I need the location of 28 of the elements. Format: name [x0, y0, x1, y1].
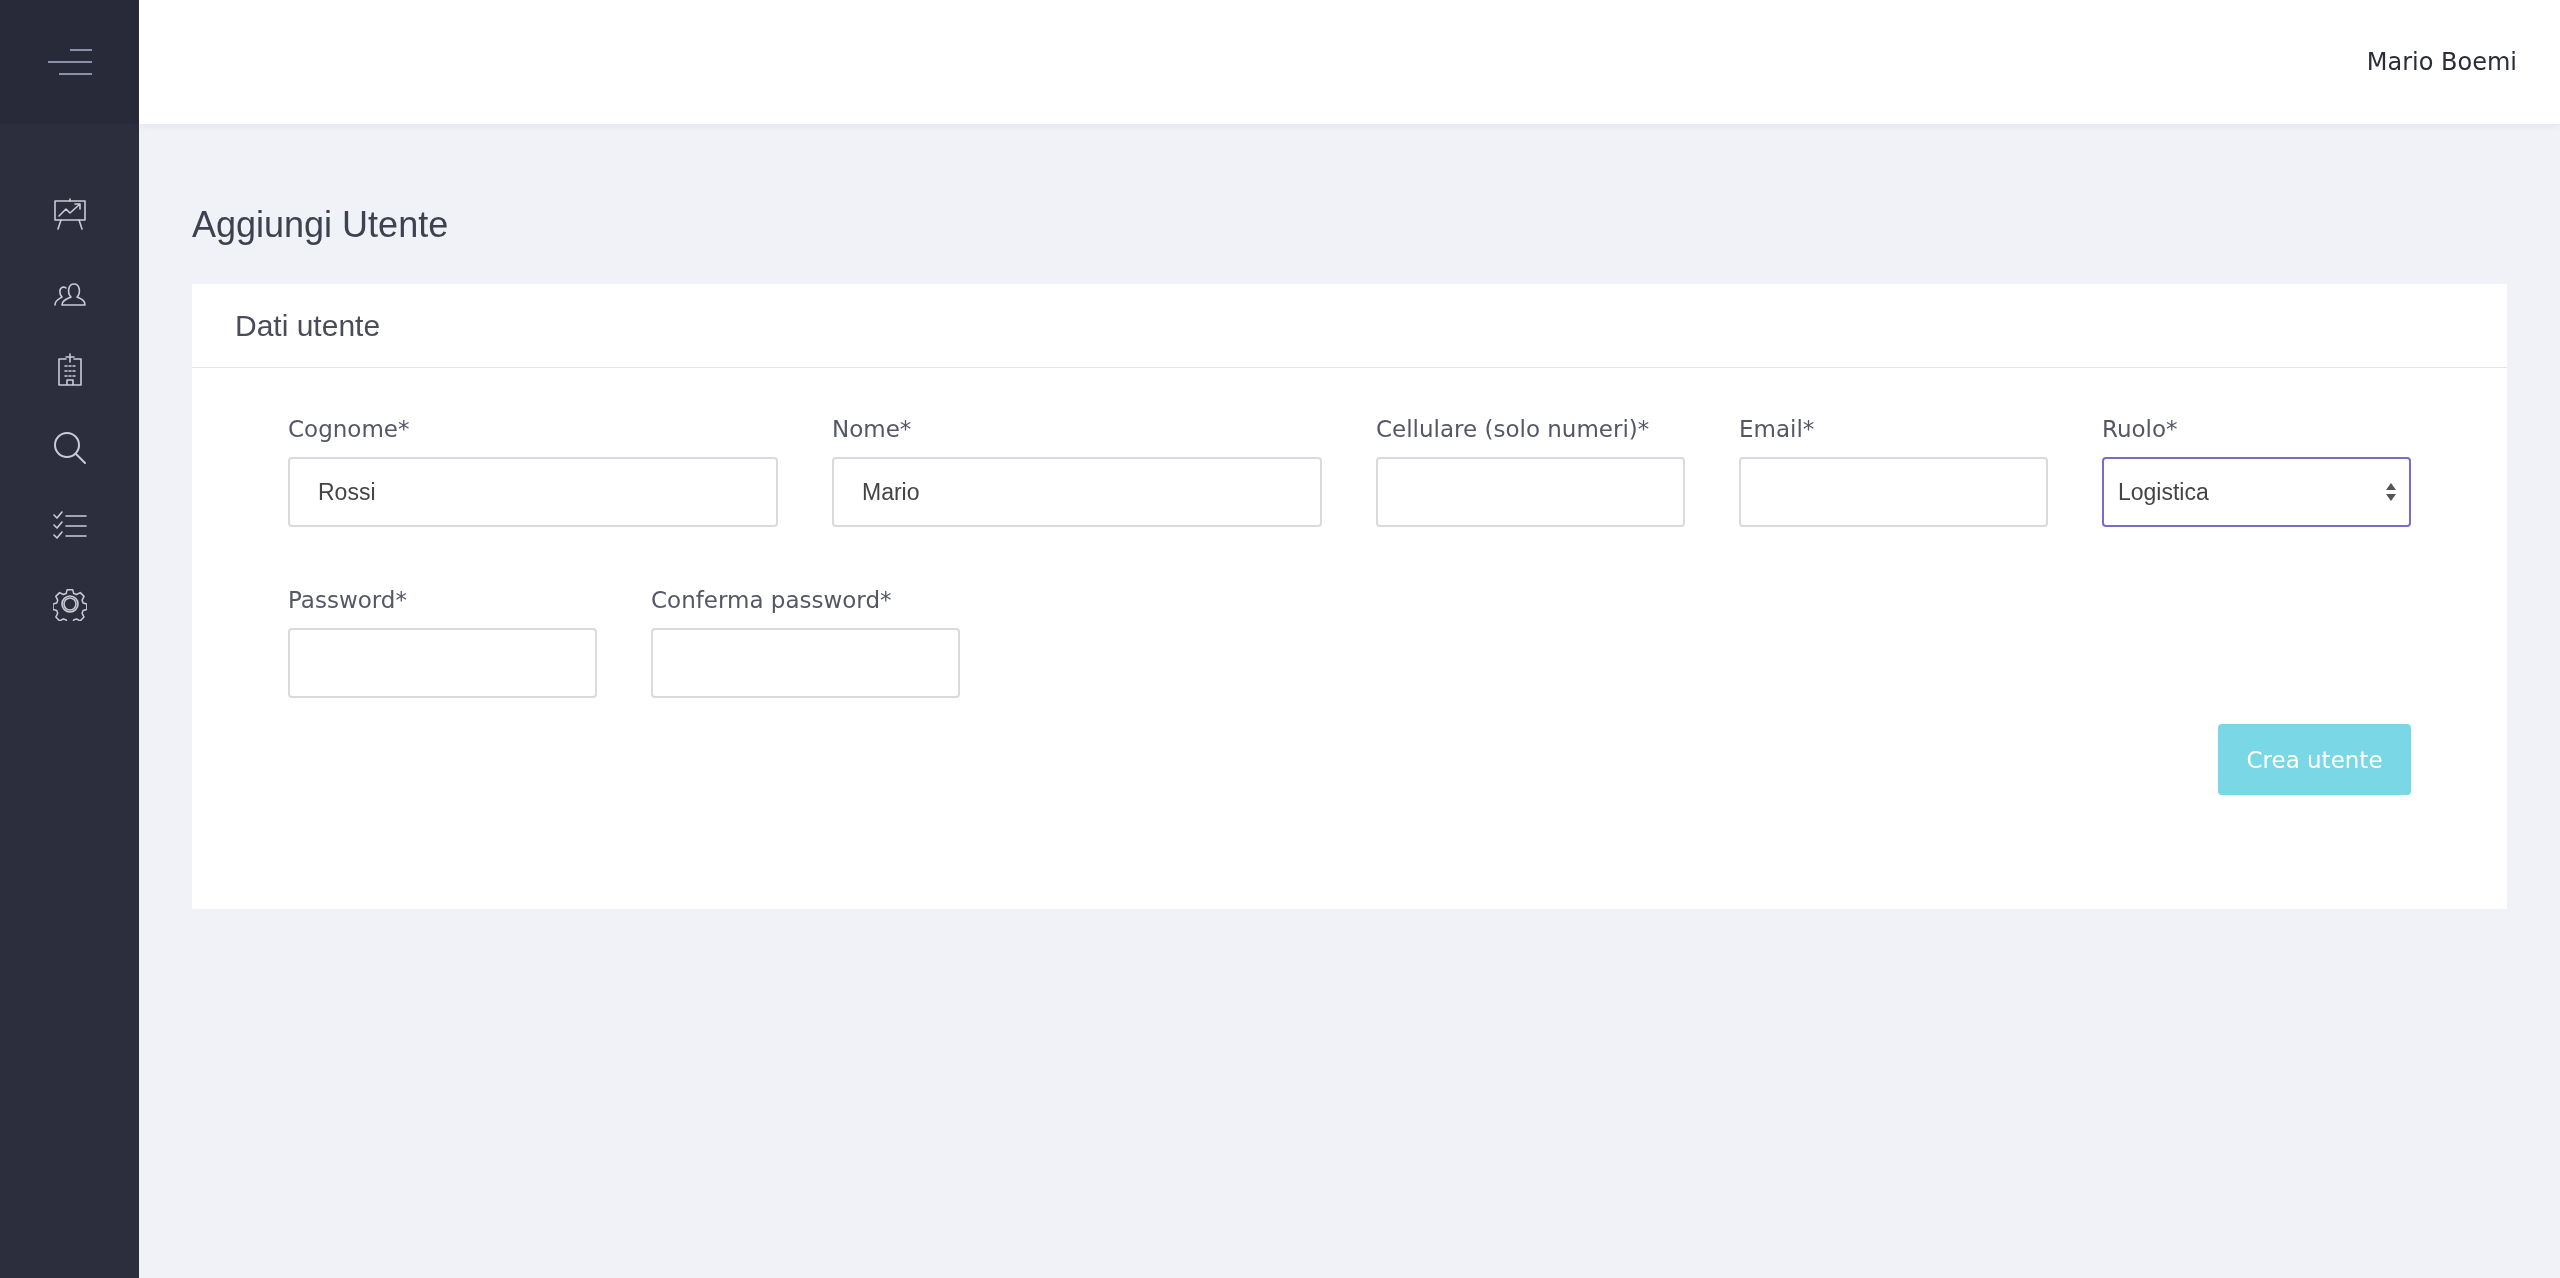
menu-button[interactable] — [45, 48, 94, 76]
hospital-building-icon — [56, 353, 83, 387]
sidebar-item[interactable] — [51, 431, 88, 465]
field-label: Conferma password* — [651, 587, 893, 613]
user-name[interactable]: Mario Boemi — [2366, 48, 2517, 76]
role-select[interactable]: Logistica — [2102, 457, 2411, 527]
page-title: Aggiungi Utente — [192, 204, 450, 246]
input-field[interactable] — [288, 628, 597, 698]
field-label: Cognome* — [288, 416, 411, 442]
search-icon — [52, 431, 87, 465]
sidebar-item[interactable] — [51, 197, 88, 231]
field-label: Cellulare (solo numeri)* — [1376, 416, 1651, 442]
sidebar-item[interactable] — [51, 587, 88, 621]
input-field[interactable] — [1376, 457, 1685, 527]
card-title: Dati utente — [235, 308, 381, 343]
field-label: Email* — [1739, 416, 1816, 442]
input-field[interactable]: Mario — [832, 457, 1322, 527]
sort-arrows-icon — [2385, 482, 2397, 502]
chart-board-icon — [52, 197, 87, 231]
input-field[interactable]: Rossi — [288, 457, 778, 527]
input-field[interactable] — [651, 628, 960, 698]
field-label: Password* — [288, 587, 408, 613]
field-label: Ruolo* — [2102, 416, 2179, 442]
menu-icon — [45, 48, 94, 76]
input-field[interactable] — [1739, 457, 2048, 527]
settings-icon — [52, 587, 87, 621]
field-label: Nome* — [832, 416, 913, 442]
checklist-icon — [52, 511, 87, 541]
